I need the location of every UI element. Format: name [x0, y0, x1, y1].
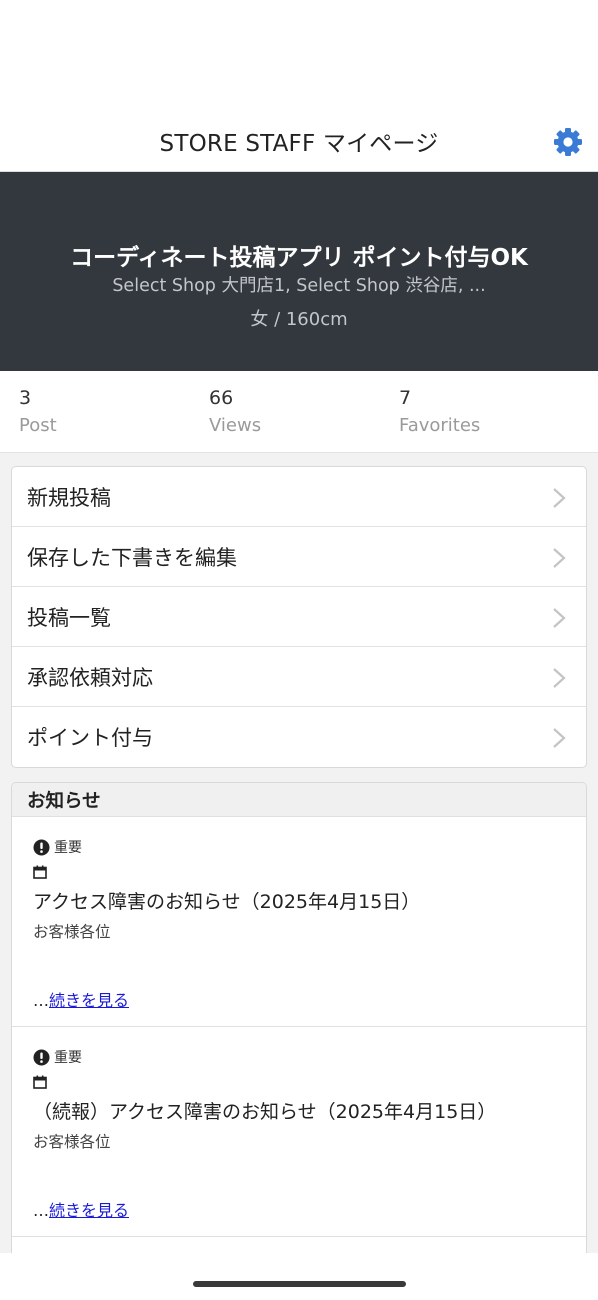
profile-banner: コーディネート投稿アプリ ポイント付与OK Select Shop 大門店1, …	[0, 172, 598, 371]
importance-badge: 重要	[33, 837, 82, 857]
gear-icon	[554, 128, 582, 156]
exclamation-circle-icon	[33, 1049, 50, 1065]
menu-list: 新規投稿 保存した下書きを編集 投稿一覧 承認依頼対応 ポイント付与	[11, 466, 587, 768]
menu-item-post-list[interactable]: 投稿一覧	[12, 587, 586, 647]
menu-item-label: 投稿一覧	[27, 605, 111, 630]
stat-views: 66 Views	[209, 387, 389, 436]
home-indicator[interactable]	[193, 1281, 406, 1287]
menu-item-grant-points[interactable]: ポイント付与	[12, 707, 586, 767]
news-body: お客様各位	[33, 923, 111, 941]
stat-views-label: Views	[209, 415, 262, 436]
page-title: STORE STAFF マイページ	[159, 131, 439, 157]
news-item: 重要 アクセス障害のお知らせ（2025年4月15日） お客様各位 …続きを見る	[12, 817, 586, 1027]
bottom-bar	[0, 1253, 598, 1300]
profile-attributes: 女 / 160cm	[250, 309, 348, 330]
stat-posts-label: Post	[19, 415, 57, 436]
chevron-right-icon	[553, 488, 566, 508]
importance-label: 重要	[54, 1050, 82, 1066]
profile-name: コーディネート投稿アプリ ポイント付与OK	[70, 245, 528, 271]
stat-posts: 3 Post	[19, 387, 199, 436]
news-item: 重要 （続報）アクセス障害のお知らせ（2025年4月15日） お客様各位 …続き…	[12, 1027, 586, 1237]
chevron-right-icon	[553, 728, 566, 748]
menu-item-label: 新規投稿	[27, 485, 111, 510]
read-more-link[interactable]: 続きを見る	[49, 1201, 129, 1220]
read-more-link[interactable]: 続きを見る	[49, 991, 129, 1010]
menu-item-label: 保存した下書きを編集	[27, 545, 237, 570]
chevron-right-icon	[553, 548, 566, 568]
settings-button[interactable]	[551, 125, 585, 159]
news-readmore-row: …続きを見る	[33, 1197, 129, 1221]
chevron-right-icon	[553, 608, 566, 628]
importance-badge: 重要	[33, 1047, 82, 1067]
news-readmore-row: …続きを見る	[33, 987, 129, 1011]
news-body: お客様各位	[33, 1133, 111, 1151]
importance-label: 重要	[54, 840, 82, 856]
chevron-right-icon	[553, 668, 566, 688]
ellipsis: …	[33, 991, 49, 1010]
news-title: アクセス障害のお知らせ（2025年4月15日）	[33, 891, 421, 913]
stat-views-value: 66	[209, 387, 234, 409]
news-panel: お知らせ 重要 アクセス障害のお知らせ（2025年4月15日） お客様各位 …続…	[11, 782, 587, 1262]
stat-favorites-label: Favorites	[399, 415, 481, 436]
stat-favorites-value: 7	[399, 387, 412, 409]
calendar-icon	[33, 865, 47, 879]
profile-shops: Select Shop 大門店1, Select Shop 渋谷店, ...	[112, 276, 486, 296]
menu-item-new-post[interactable]: 新規投稿	[12, 467, 586, 527]
exclamation-circle-icon	[33, 839, 50, 855]
menu-item-label: ポイント付与	[27, 726, 153, 750]
calendar-icon	[33, 1075, 47, 1089]
menu-item-label: 承認依頼対応	[27, 665, 153, 690]
menu-item-approval-requests[interactable]: 承認依頼対応	[12, 647, 586, 707]
news-heading: お知らせ	[12, 783, 586, 817]
ellipsis: …	[33, 1201, 49, 1220]
stat-posts-value: 3	[19, 387, 32, 409]
menu-item-edit-draft[interactable]: 保存した下書きを編集	[12, 527, 586, 587]
app-header: STORE STAFF マイページ	[0, 0, 598, 172]
news-title: （続報）アクセス障害のお知らせ（2025年4月15日）	[33, 1101, 497, 1123]
stats-bar: 3 Post 66 Views 7 Favorites	[0, 371, 598, 453]
stat-favorites: 7 Favorites	[399, 387, 579, 436]
